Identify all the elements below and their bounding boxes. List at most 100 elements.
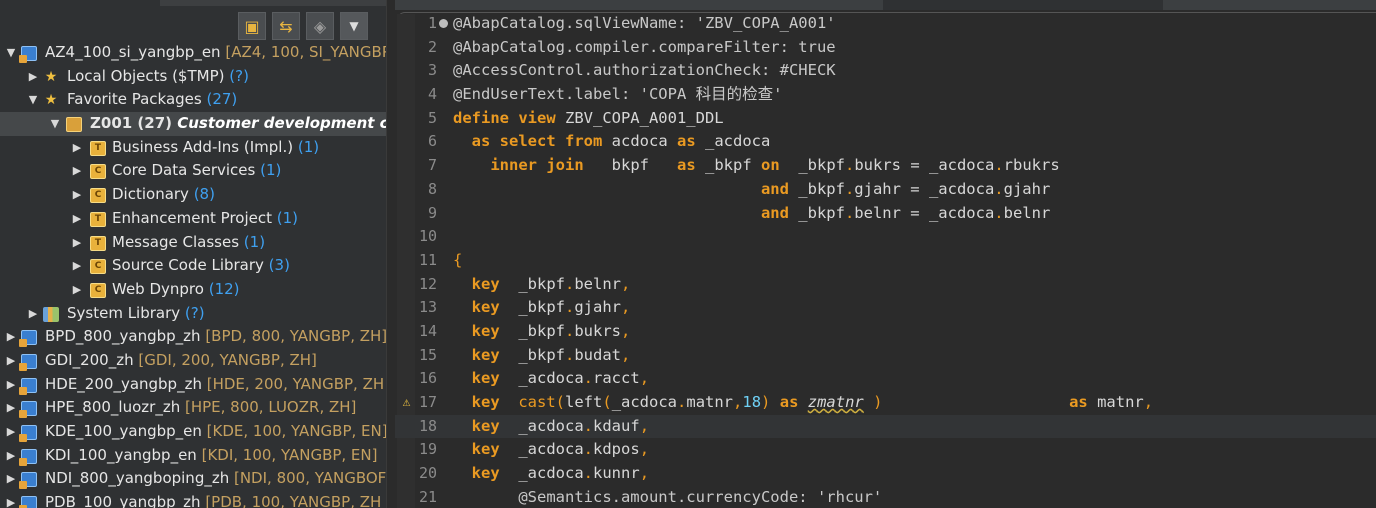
tree-item[interactable]: ▼ AZ4_100_si_yangbp_en [AZ4, 100, SI_YANG… <box>0 41 386 65</box>
tree-item[interactable]: ▶ C Source Code Library (3) <box>0 254 386 278</box>
code-line[interactable]: 6 as select from acdoca as _acdoca <box>395 130 1376 154</box>
tree-item[interactable]: ▶ System Library (?) <box>0 302 386 326</box>
collapsed-twistie-icon[interactable]: ▶ <box>70 231 84 255</box>
code-line[interactable]: 9 and _bkpf.belnr = _acdoca.belnr <box>395 202 1376 226</box>
tree-item[interactable]: ▶ HDE_200_yangbp_zh [HDE, 200, YANGBP, ZH <box>0 373 386 397</box>
tree-item[interactable]: ▶ HPE_800_luozr_zh [HPE, 800, LUOZR, ZH] <box>0 396 386 420</box>
collapsed-twistie-icon[interactable]: ▶ <box>4 349 18 373</box>
code-line[interactable]: 19 key _acdoca.kdpos, <box>395 438 1376 462</box>
collapsed-twistie-icon[interactable]: ▶ <box>4 491 18 508</box>
tree-item[interactable]: ▶ T Message Classes (1) <box>0 231 386 255</box>
code-token: bukrs <box>574 321 622 340</box>
code-line[interactable]: 5 define view ZBV_COPA_A001_DDL <box>395 107 1376 131</box>
collapsed-twistie-icon[interactable]: ▶ <box>4 444 18 468</box>
editor-tab[interactable] <box>395 0 883 10</box>
code-token: _bkpf <box>499 345 565 364</box>
collapsed-twistie-icon[interactable]: ▶ <box>70 159 84 183</box>
tree-item[interactable]: ▶ C Core Data Services (1) <box>0 159 386 183</box>
code-line[interactable]: 4 @EndUserText.label: 'COPA 科目的检查' <box>395 83 1376 107</box>
category-folder-icon: C <box>90 282 106 298</box>
tree-item[interactable]: ▼ ★ Favorite Packages (27) <box>0 88 386 112</box>
source-text[interactable]: 1 @AbapCatalog.sqlViewName: 'ZBV_COPA_A00… <box>395 12 1376 508</box>
code-token: gjahr <box>574 298 622 317</box>
code-token: inner join <box>490 156 584 175</box>
collapsed-twistie-icon[interactable]: ▶ <box>4 373 18 397</box>
code-token: _acdoca <box>611 393 678 411</box>
view-menu-chevron-icon[interactable]: ▼ <box>340 12 368 40</box>
focus-icon[interactable]: ◈ <box>306 12 334 40</box>
code-token: . <box>994 179 1004 198</box>
code-token: . <box>565 321 575 340</box>
code-token: on <box>760 156 780 175</box>
code-line[interactable]: 16 key _acdoca.racct, <box>395 367 1376 391</box>
tree-item[interactable]: ▶ ★ Local Objects ($TMP) (?) <box>0 65 386 89</box>
code-line[interactable]: 7 inner join bkpf as _bkpf on _bkpf.bukr… <box>395 154 1376 178</box>
code-text: key _acdoca.kdauf, <box>453 415 649 439</box>
code-line[interactable]: 3 @AccessControl.authorizationCheck: #CHE… <box>395 59 1376 83</box>
tree-item-label: NDI_800_yangboping_zh [NDI, 800, YANGBOF <box>45 467 386 491</box>
library-icon <box>43 306 59 322</box>
code-line[interactable]: 21 @Semantics.amount.currencyCode: 'rhcu… <box>395 486 1376 508</box>
tree-item[interactable]: ▶ C Web Dynpro (12) <box>0 278 386 302</box>
code-token: gjahr <box>1003 179 1051 198</box>
expanded-twistie-icon[interactable]: ▼ <box>26 88 40 112</box>
item-name: Core Data Services <box>112 161 256 180</box>
collapsed-twistie-icon[interactable]: ▶ <box>4 420 18 444</box>
tree-item[interactable]: ▶ C Dictionary (8) <box>0 183 386 207</box>
expanded-twistie-icon[interactable]: ▼ <box>48 112 62 136</box>
collapsed-twistie-icon[interactable]: ▶ <box>4 467 18 491</box>
tree-item[interactable]: ▶ NDI_800_yangboping_zh [NDI, 800, YANGBO… <box>0 467 386 491</box>
code-token: @AbapCatalog.compiler.compareFilter: tru… <box>453 37 836 56</box>
code-token: , <box>639 440 650 459</box>
collapsed-twistie-icon[interactable]: ▶ <box>70 183 84 207</box>
code-token: belnr <box>574 274 622 293</box>
editor-tab[interactable] <box>1163 0 1376 10</box>
collapsed-twistie-icon[interactable]: ▶ <box>70 136 84 160</box>
collapse-all-icon[interactable]: ▣ <box>238 12 266 40</box>
code-line[interactable]: 18 key _acdoca.kdauf, <box>395 414 1376 439</box>
code-token: , <box>639 464 650 483</box>
collapsed-twistie-icon[interactable]: ▶ <box>4 325 18 349</box>
item-count: (3) <box>263 256 290 275</box>
code-text: @Semantics.amount.currencyCode: 'rhcur' <box>453 486 882 508</box>
collapsed-twistie-icon[interactable]: ▶ <box>70 278 84 302</box>
code-line[interactable]: 2 @AbapCatalog.compiler.compareFilter: tr… <box>395 36 1376 60</box>
code-line[interactable]: 11 { <box>395 249 1376 273</box>
code-line[interactable]: ⚠ 17 key cast(left(_acdoca.matnr,18) as z… <box>395 391 1376 415</box>
code-line[interactable]: 15 key _bkpf.budat, <box>395 344 1376 368</box>
collapsed-twistie-icon[interactable]: ▶ <box>70 254 84 278</box>
collapsed-twistie-icon[interactable]: ▶ <box>26 65 40 89</box>
collapsed-twistie-icon[interactable]: ▶ <box>4 396 18 420</box>
tree-item[interactable]: ▶ BPD_800_yangbp_zh [BPD, 800, YANGBP, ZH… <box>0 325 386 349</box>
link-with-editor-icon[interactable]: ⇆ <box>272 12 300 40</box>
tree-item[interactable]: ▼ Z001 (27) Customer development clas <box>0 112 386 136</box>
item-name: Business Add-Ins (Impl.) <box>112 137 294 156</box>
code-line[interactable]: 8 and _bkpf.gjahr = _acdoca.gjahr <box>395 178 1376 202</box>
tree-item[interactable]: ▶ KDE_100_yangbp_en [KDE, 100, YANGBP, EN… <box>0 420 386 444</box>
code-line[interactable]: 12 key _bkpf.belnr, <box>395 273 1376 297</box>
tree-item[interactable]: ▶ T Enhancement Project (1) <box>0 207 386 231</box>
tree-item-label: KDI_100_yangbp_en [KDI, 100, YANGBP, EN] <box>45 444 378 468</box>
warning-icon[interactable]: ⚠ <box>399 395 414 410</box>
code-line[interactable]: 13 key _bkpf.gjahr, <box>395 296 1376 320</box>
system-details: [KDE, 100, YANGBP, EN] <box>201 422 386 440</box>
code-line[interactable]: 14 key _bkpf.bukrs, <box>395 320 1376 344</box>
tree-item[interactable]: ▶ KDI_100_yangbp_en [KDI, 100, YANGBP, EN… <box>0 444 386 468</box>
code-line[interactable]: 10 <box>395 225 1376 249</box>
collapsed-twistie-icon[interactable]: ▶ <box>26 302 40 326</box>
code-token: . <box>994 156 1004 175</box>
fold-toggle-icon[interactable] <box>439 19 448 28</box>
tree-item[interactable]: ▶ T Business Add-Ins (Impl.) (1) <box>0 136 386 160</box>
expanded-twistie-icon[interactable]: ▼ <box>4 41 18 65</box>
collapsed-twistie-icon[interactable]: ▶ <box>70 207 84 231</box>
code-line[interactable]: 20 key _acdoca.kunnr, <box>395 462 1376 486</box>
tree-item[interactable]: ▶ PDB_100_yangbp_zh [PDB, 100, YANGBP, ZH <box>0 491 386 508</box>
tree-item-label: Enhancement Project (1) <box>112 207 298 231</box>
code-token: rbukrs <box>1003 156 1060 175</box>
code-token: , <box>639 416 650 435</box>
code-line[interactable]: 1 @AbapCatalog.sqlViewName: 'ZBV_COPA_A00… <box>395 12 1376 36</box>
code-token: @Semantics.amount.currencyCode: 'rhcur' <box>518 487 883 506</box>
tree-item[interactable]: ▶ GDI_200_zh [GDI, 200, YANGBP, ZH] <box>0 349 386 373</box>
